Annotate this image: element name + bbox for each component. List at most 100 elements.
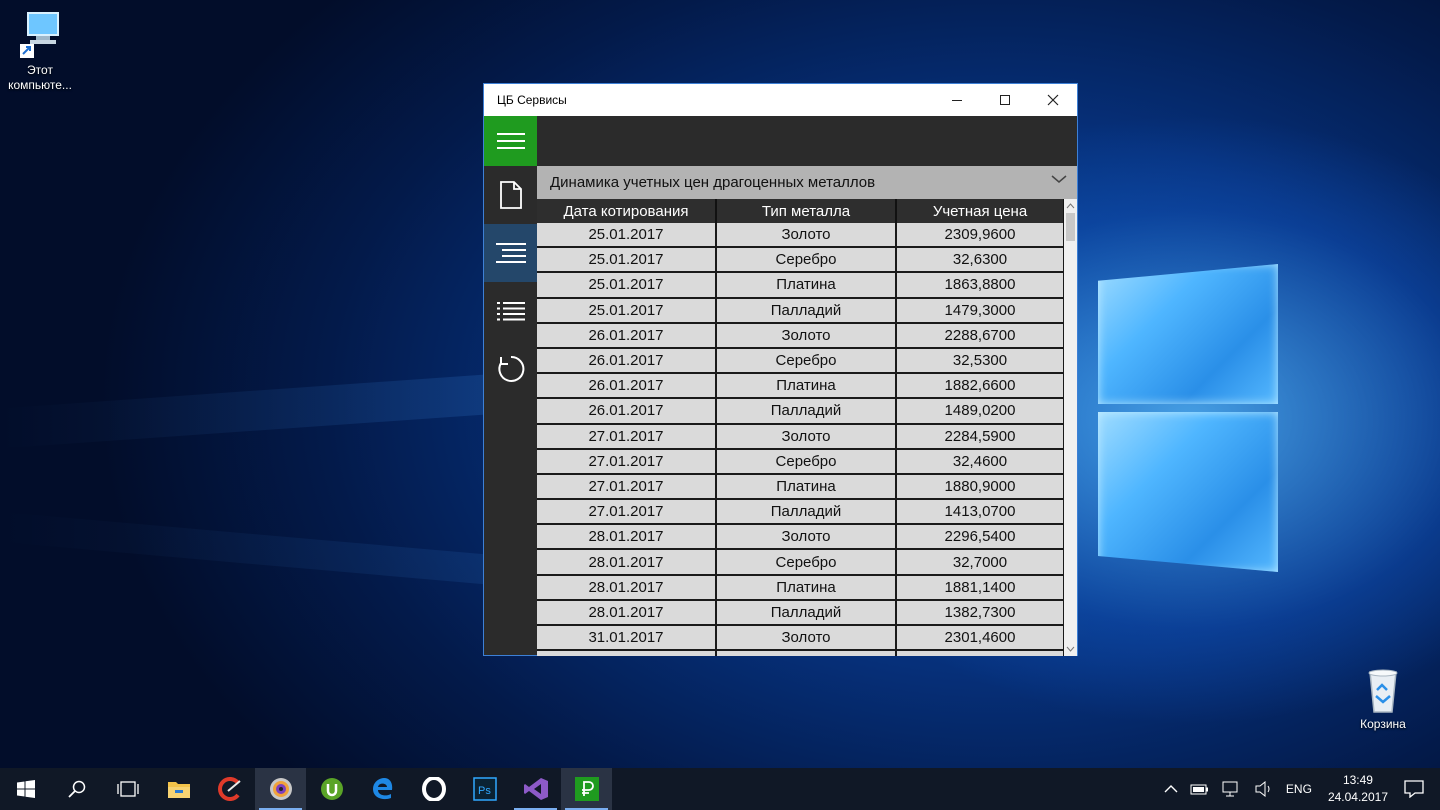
table-row[interactable]: 25.01.2017 Палладий 1479,3000 — [537, 298, 1065, 324]
report-selector[interactable]: Динамика учетных цен драгоценных металло… — [537, 166, 1077, 199]
table-row[interactable]: 27.01.2017 Золото 2284,5900 — [537, 424, 1065, 450]
task-view-button[interactable] — [102, 768, 153, 810]
recycle-bin-desktop-icon[interactable]: Корзина — [1346, 666, 1420, 732]
table-row[interactable]: 28.01.2017 Золото 2296,5400 — [537, 525, 1065, 551]
column-header-date[interactable]: Дата котирования — [537, 199, 717, 223]
table-row[interactable]: 25.01.2017 Серебро 32,6300 — [537, 248, 1065, 274]
notifications-icon — [1404, 780, 1424, 798]
cell-date: 26.01.2017 — [537, 323, 717, 349]
table-row[interactable]: 28.01.2017 Платина 1881,1400 — [537, 575, 1065, 601]
table-row[interactable]: 25.01.2017 Золото 2309,9600 — [537, 223, 1065, 249]
recycle-bin-label: Корзина — [1360, 717, 1406, 731]
table-row[interactable]: 27.01.2017 Палладий 1413,0700 — [537, 500, 1065, 526]
taskbar-utorrent[interactable] — [306, 768, 357, 810]
metals-table[interactable]: Дата котирования Тип металла Учетная цен… — [537, 199, 1065, 656]
nav-item-bulleted-list[interactable] — [484, 282, 537, 340]
taskbar-cb-services[interactable] — [561, 768, 612, 810]
report-selector-value: Динамика учетных цен драгоценных металло… — [550, 174, 876, 191]
taskbar-visual-studio[interactable] — [510, 768, 561, 810]
taskbar-media[interactable] — [255, 768, 306, 810]
cell-price: 1881,1400 — [897, 575, 1065, 601]
minimize-icon — [952, 100, 962, 101]
content-header — [537, 116, 1077, 166]
taskbar-ccleaner[interactable] — [204, 768, 255, 810]
document-icon — [499, 181, 522, 209]
cell-price: 2296,5400 — [897, 525, 1065, 551]
taskbar-opera[interactable] — [408, 768, 459, 810]
table-row[interactable]: 27.01.2017 Серебро 32,4600 — [537, 449, 1065, 475]
refresh-icon — [497, 355, 524, 382]
chevron-up-icon — [1164, 785, 1178, 793]
maximize-button[interactable] — [981, 84, 1029, 116]
edge-icon — [372, 778, 392, 800]
cell-date: 31.01.2017 — [537, 626, 717, 652]
taskbar: Ps ENG 13:49 24.04.2017 — [0, 768, 1440, 810]
column-header-metal[interactable]: Тип металла — [717, 199, 897, 223]
tray-network[interactable] — [1222, 781, 1242, 797]
column-header-price[interactable]: Учетная цена — [897, 199, 1065, 223]
tray-overflow-button[interactable] — [1164, 784, 1178, 794]
tray-volume[interactable] — [1254, 781, 1274, 797]
cell-metal: Палладий — [717, 600, 897, 626]
this-pc-desktop-icon[interactable]: Этот компьюте... — [4, 10, 76, 93]
table-header: Дата котирования Тип металла Учетная цен… — [537, 199, 1065, 223]
cell-price: 32,6300 — [897, 248, 1065, 274]
cell-date: 31.01.2017 — [537, 651, 717, 656]
cell-price: 1880,9000 — [897, 474, 1065, 501]
taskbar-edge[interactable] — [357, 768, 408, 810]
cell-metal: Золото — [717, 626, 897, 652]
table-row[interactable]: 26.01.2017 Золото 2288,6700 — [537, 323, 1065, 349]
taskbar-photoshop[interactable]: Ps — [459, 768, 510, 810]
cell-metal: Палладий — [717, 298, 897, 324]
table-row[interactable]: 28.01.2017 Палладий 1382,7300 — [537, 600, 1065, 626]
minimize-button[interactable] — [933, 84, 981, 116]
cell-metal: Золото — [717, 424, 897, 450]
table-row[interactable]: 25.01.2017 Платина 1863,8800 — [537, 273, 1065, 299]
cell-price: 2301,4600 — [897, 626, 1065, 652]
opera-icon — [421, 777, 446, 801]
recycle-bin-icon — [1368, 669, 1398, 713]
table-row[interactable]: 26.01.2017 Платина 1882,6600 — [537, 374, 1065, 400]
close-button[interactable] — [1029, 84, 1077, 116]
scrollbar-thumb[interactable] — [1066, 213, 1075, 241]
cell-price: 2309,9600 — [897, 223, 1065, 249]
table-row[interactable]: 31.01.2017Серебро32,8100 — [537, 651, 1065, 656]
scroll-down-icon — [1066, 646, 1075, 652]
cell-metal: Серебро — [717, 550, 897, 576]
language-indicator: ENG — [1285, 782, 1312, 796]
table-row[interactable]: 27.01.2017 Платина 1880,9000 — [537, 474, 1065, 501]
table-row[interactable]: 26.01.2017 Палладий 1489,0200 — [537, 399, 1065, 425]
action-center-button[interactable] — [1404, 780, 1424, 798]
search-icon — [67, 780, 85, 798]
tray-language[interactable]: ENG — [1286, 782, 1312, 796]
table-row[interactable]: 28.01.2017 Серебро 32,7000 — [537, 550, 1065, 576]
table-row[interactable]: 31.01.2017 Золото 2301,4600 — [537, 626, 1065, 652]
ruble-icon — [574, 777, 599, 801]
cell-metal: Платина — [717, 575, 897, 601]
utorrent-icon — [320, 778, 343, 800]
nav-item-document[interactable] — [484, 166, 537, 224]
cell-metal: Серебро — [717, 248, 897, 274]
search-button[interactable] — [51, 768, 102, 810]
bulleted-list-icon — [496, 302, 525, 321]
cell-price: 1382,7300 — [897, 600, 1065, 626]
clock-time: 13:49 — [1342, 773, 1373, 787]
clock[interactable]: 13:49 24.04.2017 — [1328, 772, 1388, 806]
ccleaner-icon — [217, 777, 241, 801]
scroll-up-icon — [1066, 203, 1075, 209]
hamburger-menu-button[interactable] — [484, 116, 537, 166]
taskbar-file-explorer[interactable] — [153, 768, 204, 810]
cell-price: 1489,0200 — [897, 399, 1065, 425]
tray-battery[interactable] — [1190, 782, 1210, 796]
windows-start-icon — [16, 780, 35, 798]
photoshop-icon: Ps — [472, 777, 497, 801]
start-button[interactable] — [0, 768, 51, 810]
network-icon — [1222, 781, 1238, 797]
nav-item-list[interactable] — [484, 224, 537, 282]
table-scrollbar[interactable] — [1064, 199, 1077, 656]
cell-metal: Серебро — [717, 651, 897, 656]
table-row[interactable]: 26.01.2017 Серебро 32,5300 — [537, 348, 1065, 375]
nav-item-refresh[interactable] — [484, 340, 537, 398]
title-bar[interactable]: ЦБ Сервисы — [484, 84, 1077, 116]
close-icon — [1047, 94, 1059, 106]
